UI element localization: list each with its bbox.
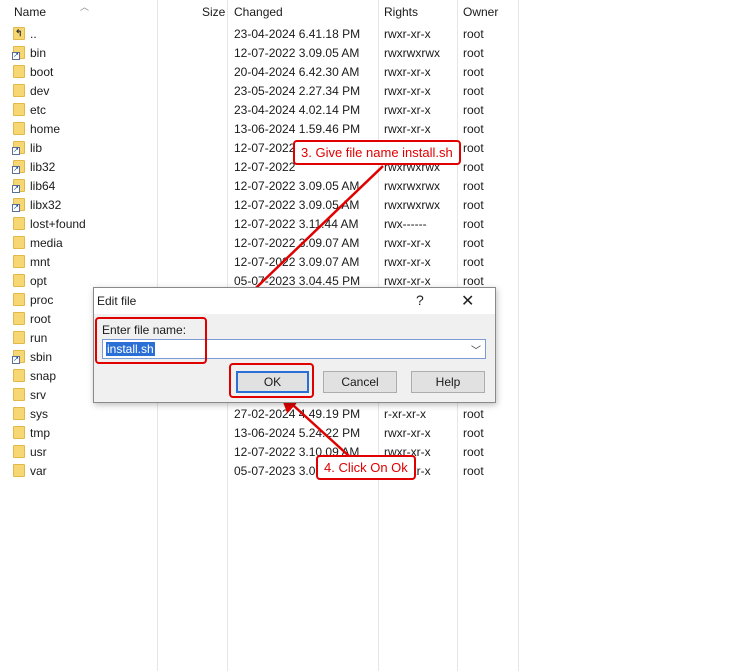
- chevron-down-icon[interactable]: ﹀: [471, 342, 481, 357]
- help-button[interactable]: Help: [411, 371, 485, 393]
- dialog-titlebar: Edit file ? ✕: [94, 288, 495, 314]
- close-icon[interactable]: ✕: [461, 291, 474, 311]
- arrow-to-ok: [279, 392, 350, 457]
- dialog-title: Edit file: [97, 294, 137, 308]
- cancel-button[interactable]: Cancel: [323, 371, 397, 393]
- annotation-step3-label: 3. Give file name install.sh: [293, 140, 461, 165]
- annotation-step4-label: 4. Click On Ok: [316, 455, 416, 480]
- help-icon[interactable]: ?: [416, 292, 424, 308]
- annotation-ok-highlight: [229, 363, 314, 398]
- annotation-filename-highlight: [95, 317, 207, 364]
